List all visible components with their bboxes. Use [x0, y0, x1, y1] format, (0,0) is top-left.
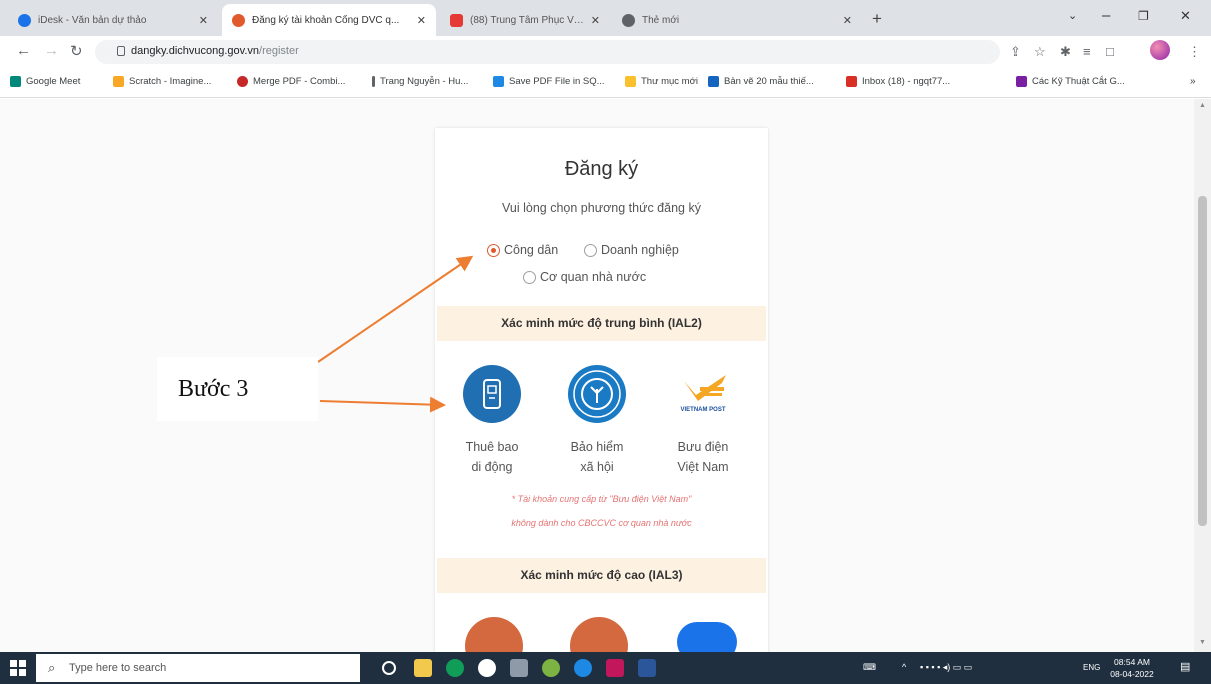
back-arrow-icon[interactable]: ← [16, 42, 31, 59]
method-social-insurance[interactable]: Bảo hiểm xã hội [552, 365, 642, 477]
bookmark-item[interactable]: Thư mục mới [625, 76, 698, 87]
address-bar[interactable]: dangky.dichvucong.gov.vn/register [95, 40, 1000, 64]
page-scrollbar[interactable]: ▲ ▼ [1194, 99, 1211, 652]
new-tab-button[interactable]: + [872, 9, 882, 29]
ial2-heading: Xác minh mức độ trung bình (IAL2) [437, 306, 766, 341]
windows-taskbar: ⌕ Type here to search ⌨ ^ ▪ ▪ ▪ ▪ ◂) ▭ ▭… [0, 652, 1211, 684]
cortana-icon[interactable] [382, 661, 396, 675]
search-icon: ⌕ [48, 660, 56, 675]
browser-tab-bar: iDesk - Văn bản dự thảo ✕ Đăng ký tài kh… [0, 0, 1211, 36]
folder-icon [625, 76, 636, 87]
tray-icons[interactable]: ▪ ▪ ▪ ▪ ◂) ▭ ▭ [920, 662, 972, 673]
drawing-icon [708, 76, 719, 87]
radio-unselected-icon[interactable] [523, 270, 536, 284]
close-tab-icon[interactable]: ✕ [417, 14, 426, 27]
scratch-icon [113, 76, 124, 87]
bookmark-item[interactable]: Merge PDF - Combi... [237, 76, 345, 87]
lock-icon [117, 46, 125, 56]
vietnam-post-logo-icon[interactable]: VIETNAM POST [674, 365, 732, 423]
file-explorer-icon[interactable] [414, 659, 432, 677]
chrome-icon[interactable] [606, 659, 624, 677]
app-leaf-icon[interactable] [542, 659, 560, 677]
bookmark-item[interactable]: Trang Nguyễn - Hu... [372, 76, 468, 87]
bookmarks-bar: Google Meet Scratch - Imagine... Merge P… [0, 68, 1211, 98]
new-tab-favicon-icon [622, 13, 635, 27]
extensions-icon[interactable]: ✱ [1060, 44, 1071, 60]
method-vietnam-post[interactable]: VIETNAM POST Bưu điện Việt Nam [658, 365, 748, 477]
gmail-icon [846, 76, 857, 87]
close-tab-icon[interactable]: ✕ [843, 14, 852, 27]
close-tab-icon[interactable]: ✕ [591, 14, 600, 27]
menu-dots-icon[interactable]: ⋮ [1188, 44, 1201, 60]
tab-search-icon[interactable]: ⌄ [1068, 9, 1077, 22]
reload-icon[interactable]: ↻ [70, 42, 83, 60]
tab-new[interactable]: Thẻ mới ✕ [612, 4, 862, 36]
scroll-down-icon[interactable]: ▼ [1199, 639, 1206, 646]
page-icon [372, 76, 375, 87]
reading-list-icon[interactable]: ≡ [1083, 44, 1091, 59]
app-icon[interactable] [510, 659, 528, 677]
taskbar-clock[interactable]: 08:54 AM 08-04-2022 [1107, 656, 1157, 680]
radio-unselected-icon[interactable] [584, 243, 597, 257]
document-icon[interactable] [570, 617, 628, 652]
share-icon[interactable]: ⇪ [1010, 44, 1021, 60]
taskbar-search[interactable]: ⌕ Type here to search [36, 654, 360, 682]
sql-icon [493, 76, 504, 87]
radio-citizen[interactable]: Công dân [487, 243, 558, 257]
chip-card-icon[interactable] [465, 617, 523, 652]
mobile-phone-icon[interactable] [463, 365, 521, 423]
tab-youtube[interactable]: (88) Trung Tâm Phục Vụ Hành Ch... ✕ [440, 4, 610, 36]
youtube-favicon-icon [450, 13, 463, 27]
register-card: Đăng ký Vui lòng chọn phương thức đăng k… [435, 128, 768, 652]
scissors-icon [1016, 76, 1027, 87]
bookmark-item[interactable]: Inbox (18) - ngqt77... [846, 76, 950, 87]
restore-button[interactable]: ❐ [1138, 9, 1149, 23]
step-callout: Bước 3 [157, 357, 318, 421]
dvc-favicon-icon [232, 13, 245, 27]
cloud-icon[interactable] [677, 622, 737, 652]
radio-agency[interactable]: Cơ quan nhà nước [523, 270, 646, 284]
forward-arrow-icon[interactable]: → [44, 42, 59, 59]
edge-icon[interactable] [446, 659, 464, 677]
social-insurance-logo-icon[interactable] [568, 365, 626, 423]
scroll-thumb[interactable] [1198, 196, 1207, 526]
method-mobile[interactable]: Thuê bao di động [447, 365, 537, 477]
radio-business[interactable]: Doanh nghiệp [584, 243, 679, 257]
url-text: dangky.dichvucong.gov.vn/register [131, 45, 299, 57]
windows-start-icon[interactable] [10, 660, 26, 676]
bookmark-star-icon[interactable]: ☆ [1034, 44, 1046, 60]
bookmark-item[interactable]: Save PDF File in SQ... [493, 76, 605, 87]
bookmark-item[interactable]: Các Kỹ Thuật Cắt G... [1016, 76, 1125, 87]
side-panel-icon[interactable]: □ [1106, 44, 1114, 59]
profile-avatar[interactable] [1150, 40, 1170, 60]
close-tab-icon[interactable]: ✕ [199, 14, 208, 27]
scroll-up-icon[interactable]: ▲ [1199, 102, 1206, 109]
idesk-favicon-icon [18, 13, 31, 27]
vnpost-note-line2: không dành cho CBCCVC cơ quan nhà nước [511, 518, 692, 528]
bookmark-item[interactable]: Scratch - Imagine... [113, 76, 211, 87]
tab-idesk[interactable]: iDesk - Văn bản dự thảo ✕ [8, 4, 218, 36]
page-title: Đăng ký [564, 158, 639, 180]
minimize-button[interactable]: – [1102, 7, 1110, 24]
zalo-chat-icon[interactable] [574, 659, 592, 677]
radio-selected-icon[interactable] [487, 243, 500, 257]
bookmark-item[interactable]: Bản vẽ 20 mẫu thiế... [708, 76, 814, 87]
google-meet-icon [10, 76, 21, 87]
word-icon[interactable] [638, 659, 656, 677]
bookmark-item[interactable]: Google Meet [10, 76, 80, 87]
tab-dang-ky[interactable]: Đăng ký tài khoản Cổng DVC q... ✕ [222, 4, 436, 36]
keyboard-icon[interactable]: ⌨ [863, 662, 876, 673]
page-subtitle: Vui lòng chọn phương thức đăng ký [502, 201, 701, 215]
notification-icon[interactable]: ▤ [1180, 660, 1190, 673]
more-bookmarks-icon[interactable]: » [1190, 76, 1196, 87]
close-window-button[interactable]: ✕ [1180, 8, 1191, 24]
zalo-icon[interactable] [478, 659, 496, 677]
ial3-heading: Xác minh mức độ cao (IAL3) [437, 558, 766, 593]
vnpost-note-line1: * Tài khoản cung cấp từ "Bưu điện Việt N… [511, 494, 692, 504]
browser-toolbar: ← → ↻ dangky.dichvucong.gov.vn/register … [0, 36, 1211, 68]
tray-expand-icon[interactable]: ^ [902, 662, 906, 672]
pdf-icon [237, 76, 248, 87]
